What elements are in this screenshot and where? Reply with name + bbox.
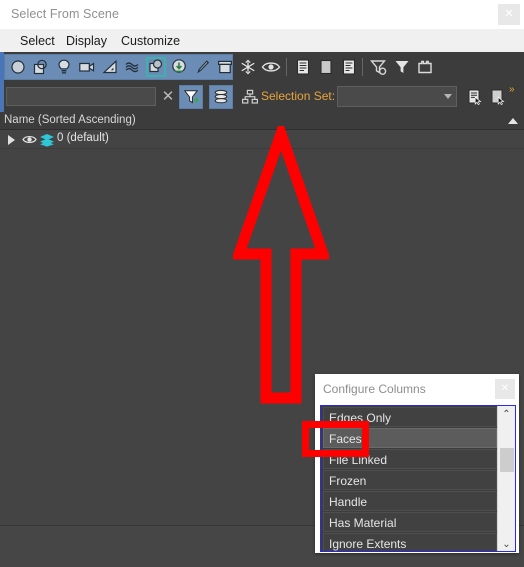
menu-select[interactable]: Select [14, 32, 61, 50]
layer-icon[interactable] [39, 133, 55, 147]
container-icon[interactable] [414, 56, 436, 78]
list-item[interactable]: Frozen [323, 470, 497, 490]
clear-search-icon[interactable]: ✕ [160, 88, 176, 105]
menubar: Select Display Customize [0, 29, 524, 52]
edit-named-selection-sets-icon[interactable] [463, 85, 487, 109]
new-selection-set-icon[interactable] [486, 85, 510, 109]
scrollbar-thumb[interactable] [500, 448, 514, 472]
search-input[interactable] [6, 87, 156, 106]
configure-columns-close-icon[interactable]: ✕ [495, 379, 515, 399]
eye-icon[interactable] [22, 133, 37, 146]
display-children-icon[interactable] [209, 85, 233, 109]
toolbar2-accent-bar [0, 82, 4, 112]
xrefs-filter-icon[interactable] [168, 56, 190, 78]
list-view-icon[interactable] [292, 56, 314, 78]
list-item[interactable]: File Linked [323, 449, 497, 469]
geometry-filter-icon[interactable] [7, 56, 29, 78]
helpers-filter-icon[interactable] [99, 56, 121, 78]
containers-filter-icon[interactable] [214, 56, 236, 78]
configure-columns-titlebar: Configure Columns ✕ [315, 374, 519, 405]
window-title: Select From Scene [11, 7, 119, 21]
configure-columns-dialog: Configure Columns ✕ Edges Only Faces Fil… [315, 374, 519, 553]
configure-columns-list: Edges Only Faces File Linked Frozen Hand… [321, 406, 499, 551]
configure-columns-title: Configure Columns [323, 382, 426, 396]
column-name-label: Name (Sorted Ascending) [4, 114, 136, 126]
menu-customize[interactable]: Customize [115, 32, 186, 50]
sort-list-icon[interactable] [338, 56, 360, 78]
configure-columns-list-container: Edges Only Faces File Linked Frozen Hand… [320, 405, 516, 552]
cameras-filter-icon[interactable] [76, 56, 98, 78]
tree-column-header[interactable]: Name (Sorted Ascending) [0, 112, 524, 130]
toolbar-separator-2 [362, 58, 363, 76]
scroll-down-icon[interactable]: ⌄ [498, 536, 515, 551]
configure-columns-scrollbar[interactable]: ⌃ ⌄ [497, 406, 515, 551]
window-titlebar: Select From Scene ✕ [0, 0, 524, 29]
toolbar-separator [286, 58, 287, 76]
toolbar-overflow-icon[interactable]: » [509, 84, 515, 95]
lights-filter-icon[interactable] [53, 56, 75, 78]
shapes-filter-icon[interactable] [30, 56, 52, 78]
selection-set-label: Selection Set: [261, 89, 336, 103]
filter-toolbar [0, 52, 524, 82]
window-close-icon[interactable]: ✕ [498, 4, 520, 25]
selection-set-combo[interactable] [337, 86, 457, 107]
menu-display[interactable]: Display [60, 32, 113, 50]
expand-arrow-icon[interactable] [8, 135, 15, 145]
layers-view-icon[interactable] [315, 56, 337, 78]
list-item[interactable]: Handle [323, 491, 497, 511]
hidden-eye-icon[interactable] [260, 56, 282, 78]
list-item[interactable]: Ignore Extents [323, 533, 497, 551]
scroll-up-icon[interactable]: ⌃ [498, 406, 515, 423]
find-case-sensitive-icon[interactable] [179, 85, 203, 109]
bones-filter-icon[interactable] [191, 56, 213, 78]
search-toolbar: ✕ Selection Set: [0, 82, 524, 112]
table-row[interactable]: 0 (default) [0, 130, 524, 149]
list-item-faces[interactable]: Faces [323, 428, 497, 448]
list-item[interactable]: Edges Only [323, 407, 497, 427]
filter-settings-icon[interactable] [368, 56, 390, 78]
list-item[interactable]: Has Material [323, 512, 497, 532]
filter-icon[interactable] [391, 56, 413, 78]
chevron-down-icon [444, 94, 452, 99]
hierarchy-icon[interactable] [238, 85, 262, 109]
groups-filter-icon[interactable] [145, 56, 167, 78]
space-warps-filter-icon[interactable] [122, 56, 144, 78]
sort-ascending-icon[interactable] [508, 118, 518, 124]
select-from-scene-window: Select From Scene ✕ Select Display Custo… [0, 0, 524, 567]
tree-node-label: 0 (default) [57, 132, 109, 144]
frozen-icon[interactable] [237, 56, 259, 78]
